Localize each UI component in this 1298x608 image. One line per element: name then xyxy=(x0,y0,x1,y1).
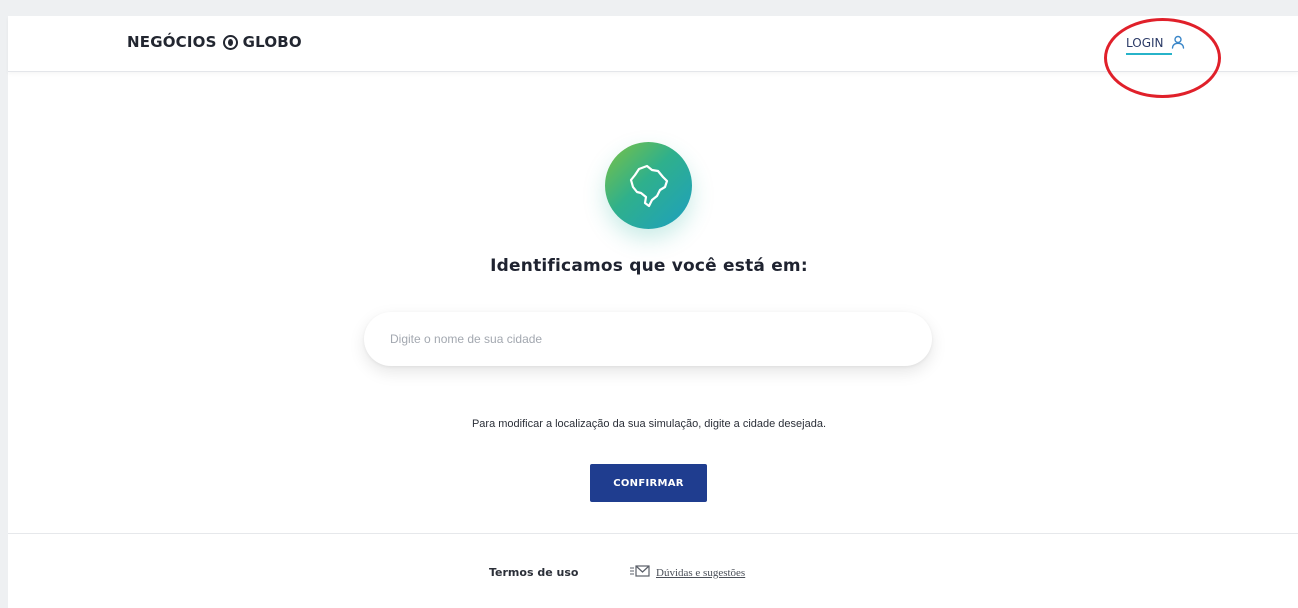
globo-logo-icon xyxy=(222,34,238,50)
logo-text-left: NEGÓCIOS xyxy=(127,33,217,51)
annotation-circle xyxy=(1104,18,1221,98)
mail-icon xyxy=(630,565,650,580)
terms-of-use-link[interactable]: Termos de uso xyxy=(489,566,578,579)
footer-divider xyxy=(8,533,1298,534)
negocios-globo-logo[interactable]: NEGÓCIOS GLOBO xyxy=(127,33,302,51)
location-hint-text: Para modificar a localização da sua simu… xyxy=(471,418,827,430)
city-search-input[interactable] xyxy=(364,312,932,366)
feedback-link[interactable]: Dúvidas e sugestões xyxy=(630,565,745,580)
logo-text-right: GLOBO xyxy=(242,33,302,51)
brazil-map-icon xyxy=(605,142,692,229)
site-footer: Termos de uso Dúvidas e sugestões xyxy=(8,565,1298,586)
feedback-label: Dúvidas e sugestões xyxy=(656,566,746,579)
page-title: Identificamos que você está em: xyxy=(490,256,808,276)
confirm-button[interactable]: CONFIRMAR xyxy=(590,464,707,502)
